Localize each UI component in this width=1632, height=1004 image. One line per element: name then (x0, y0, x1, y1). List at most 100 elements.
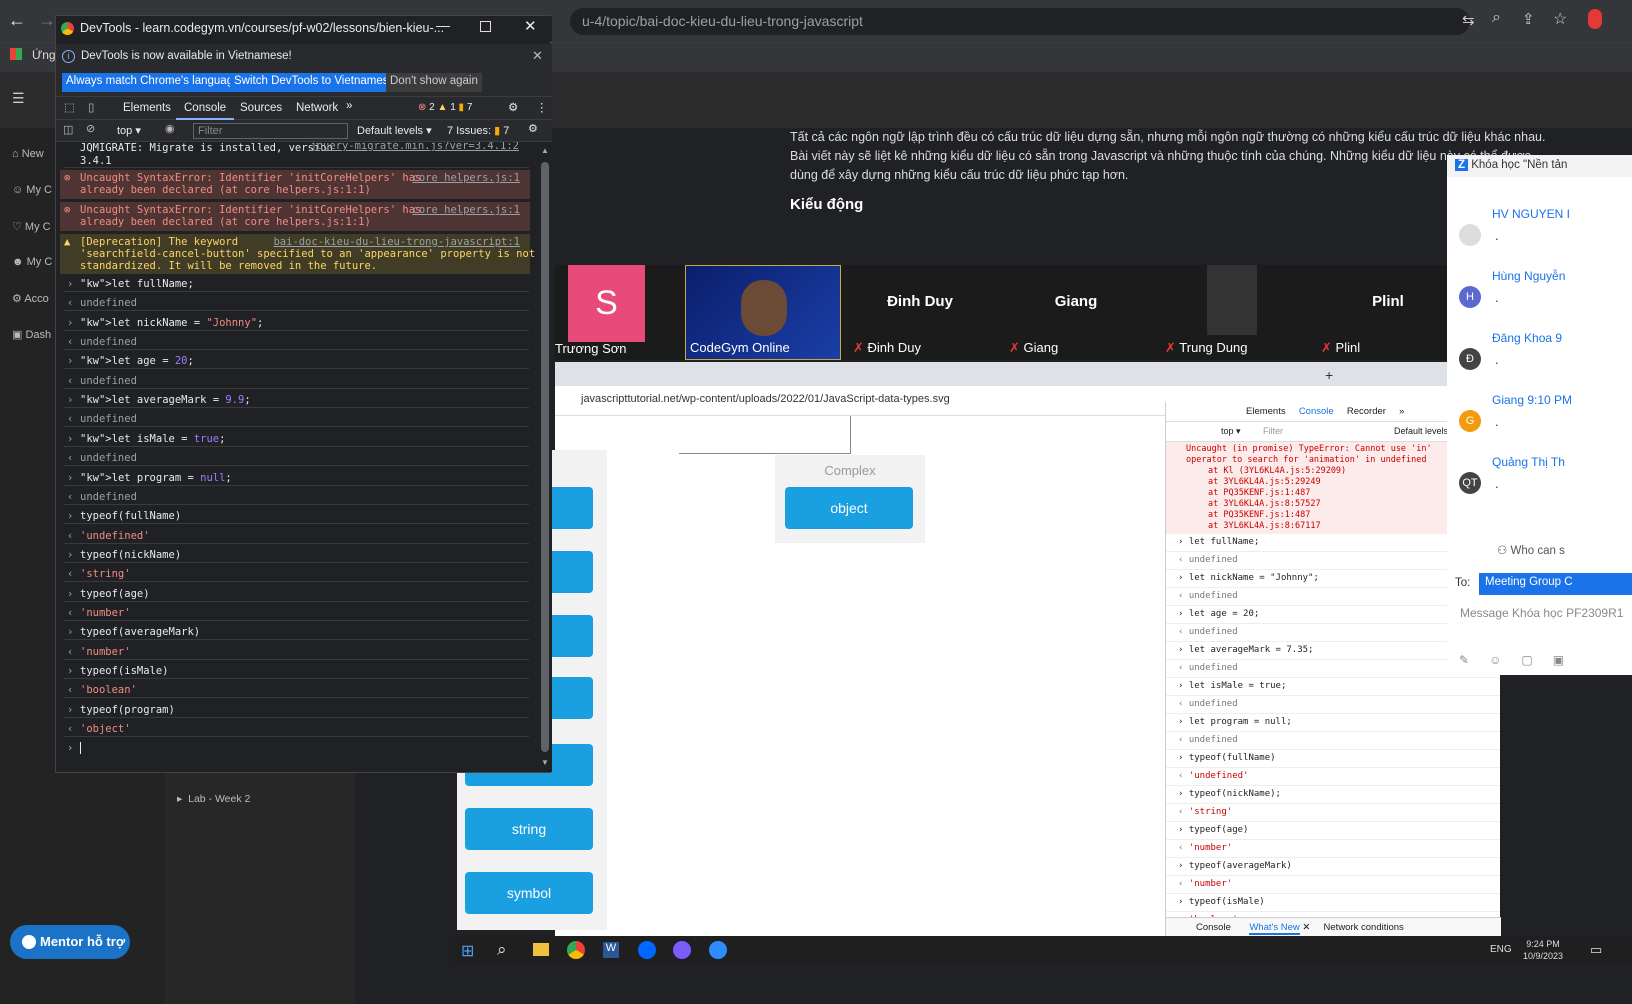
console-result: ‹ undefined (1166, 696, 1500, 714)
sidebar-item-my-certs[interactable]: ♡ My C (12, 220, 51, 233)
console-input: › typeof(fullName) (64, 510, 529, 525)
settings-gear-icon[interactable]: ⚙ (508, 100, 518, 114)
apps-icon[interactable] (10, 48, 22, 60)
object-box: object (785, 487, 913, 529)
zoom-chat-panel: Z Khóa học "Nền tản HV NGUYEN I. Hùng Ngu… (1447, 155, 1632, 675)
emoji-icon[interactable]: ☺ (1489, 653, 1501, 667)
filter-input[interactable]: Filter (193, 123, 348, 139)
scroll-thumb[interactable] (541, 162, 549, 752)
tab-elements[interactable]: Elements (123, 102, 171, 114)
recipient-select[interactable]: Meeting Group C (1479, 573, 1632, 595)
device-toggle-icon[interactable]: ▯ (88, 100, 94, 114)
log-levels-select[interactable]: Default levels ▾ (357, 124, 432, 137)
translate-icon[interactable]: ⇆ (1462, 11, 1475, 29)
console-input: › "kw">let averageMark = 9.9; (64, 394, 529, 409)
sidebar-icon[interactable]: ◫ (63, 123, 73, 136)
avatar: G (1459, 410, 1481, 432)
address-bar[interactable]: u-4/topic/bai-doc-kieu-du-lieu-trong-jav… (570, 8, 1470, 35)
chrome-icon[interactable] (567, 941, 585, 959)
error-line: at 3YL6KL4A.js:8:67117 (1208, 521, 1321, 531)
console-result: ‹ undefined (64, 491, 529, 505)
participant-tile-video[interactable]: CodeGym Online (685, 265, 841, 360)
clock[interactable]: 9:24 PM 10/9/2023 (1523, 938, 1563, 962)
message-input[interactable]: Message Khóa học PF2309R1 (1460, 605, 1630, 622)
console-error: ⊗ Uncaught SyntaxError: Identifier 'initC… (60, 202, 530, 231)
close-icon[interactable]: ✕ (532, 48, 543, 64)
always-match-language-button[interactable]: Always match Chrome's language (62, 73, 244, 92)
share-icon[interactable]: ⇪ (1522, 10, 1535, 28)
avatar: H (1459, 286, 1481, 308)
sidebar-item-account[interactable]: ⚙ Acco (12, 292, 49, 305)
zoom-icon[interactable]: ⌕ (1492, 9, 1501, 27)
participant-tile[interactable]: S Trương Sơn (555, 265, 705, 360)
sidebar-toggle-icon[interactable]: ☰ (12, 90, 25, 107)
window-title: DevTools - learn.codegym.vn/courses/pf-w… (80, 21, 445, 35)
sidebar-item-new[interactable]: ⌂ New (12, 148, 44, 160)
sidebar-item-dashboard[interactable]: ▣ Dash (12, 328, 51, 341)
console-input: › typeof(fullName) (1166, 750, 1500, 768)
bookmark-star-icon[interactable]: ☆ (1553, 9, 1567, 29)
console-prompt[interactable]: › (64, 742, 529, 755)
sender-name: Giang 9:10 PM (1492, 393, 1573, 407)
switch-to-vietnamese-button[interactable]: Switch DevTools to Vietnamese (230, 73, 399, 92)
console-result: ‹ undefined (64, 413, 529, 428)
tab-network[interactable]: Network (296, 102, 338, 114)
record-icon[interactable] (1588, 9, 1602, 29)
participant-tile[interactable]: ✗ Trung Dung (1157, 265, 1307, 360)
mentor-support-button[interactable]: Mentor hỗ trợ (10, 925, 130, 959)
windows-start-icon[interactable]: ⊞ (461, 941, 474, 961)
avatar: S (568, 265, 645, 342)
eye-icon[interactable]: ◉ (165, 122, 175, 135)
article-paragraph: dùng để xây dựng những kiểu cấu trúc dữ … (790, 168, 1129, 182)
input-language[interactable]: ENG (1490, 944, 1512, 955)
inspect-icon[interactable]: ⬚ (64, 100, 75, 114)
file-icon[interactable]: ▢ (1521, 653, 1532, 667)
screenshot-icon[interactable]: ▣ (1553, 653, 1564, 667)
article-body: Tất cả các ngôn ngữ lập trình đều có cấu… (790, 128, 1550, 238)
notifications-icon[interactable]: ▭ (1590, 942, 1602, 958)
windows-taskbar: ⊞ ⌕ W ENG 9:24 PM 10/9/2023 ▭ (455, 936, 1632, 966)
error-line: at Kl (3YL6KL4A.js:5:29209) (1208, 466, 1347, 476)
format-icon[interactable]: ✎ (1459, 653, 1469, 667)
more-tabs-icon[interactable]: » (346, 100, 352, 112)
clear-console-icon[interactable]: ⊘ (86, 122, 95, 135)
forward-icon[interactable]: → (38, 10, 56, 31)
console-settings-icon[interactable]: ⚙ (528, 122, 538, 135)
participant-tile[interactable]: Đinh Duy ✗ Đinh Duy (845, 265, 995, 360)
context-select[interactable]: top ▾ (117, 124, 141, 137)
sender-name: Hùng Nguyễn (1492, 269, 1566, 283)
console-output[interactable]: JQMIGRATE: Migrate is installed, version… (56, 142, 538, 772)
kebab-menu-icon[interactable]: ⋮ (536, 100, 548, 114)
warning-icon: ▲ (64, 236, 71, 248)
close-icon[interactable]: ✕ (524, 17, 537, 35)
sidebar-item-my-courses[interactable]: ☺ My C (12, 184, 52, 196)
bookmark-apps-label[interactable]: Ứng (32, 48, 56, 62)
issues-counter[interactable]: 7 Issues: ▮ 7 (447, 124, 509, 137)
console-input: › "kw">let isMale = true; (64, 433, 529, 447)
lesson-item-lab-week2[interactable]: ▸ Lab - Week 2 (177, 793, 250, 805)
maximize-icon[interactable] (480, 21, 491, 32)
back-icon[interactable]: ← (8, 10, 26, 31)
search-icon[interactable]: ⌕ (497, 940, 507, 960)
participant-tile[interactable]: Plinl ✗ Plinl (1313, 265, 1463, 360)
tab-sources[interactable]: Sources (240, 102, 282, 114)
console-input: › typeof(age) (1166, 822, 1500, 840)
minimize-icon[interactable]: — (436, 17, 450, 33)
console-input: › typeof(nickName) (64, 549, 529, 563)
sender-name: Đăng Khoa 9 (1492, 331, 1563, 345)
sidebar-item-my-groups[interactable]: ☻ My C (12, 256, 52, 268)
zalo-icon[interactable] (638, 941, 656, 959)
discord-icon[interactable] (673, 941, 691, 959)
who-can-see[interactable]: ⚇ Who can s (1497, 543, 1565, 557)
tab-console[interactable]: Console (176, 97, 235, 120)
file-explorer-icon[interactable] (533, 943, 549, 956)
console-result: ‹ 'number' (1166, 840, 1500, 858)
participant-tile[interactable]: Giang ✗ Giang (1001, 265, 1151, 360)
section-heading: Kiểu động (790, 196, 864, 213)
status-badges[interactable]: ⊗ 2 ▲ 1 ▮ 7 (418, 102, 472, 113)
zoom-app-icon[interactable] (709, 941, 727, 959)
dont-show-again-button[interactable]: Don't show again (386, 73, 482, 92)
word-icon[interactable]: W (603, 942, 619, 958)
console-scrollbar[interactable]: ▲ ▼ (538, 142, 552, 772)
console-input: › typeof(age) (64, 588, 529, 602)
